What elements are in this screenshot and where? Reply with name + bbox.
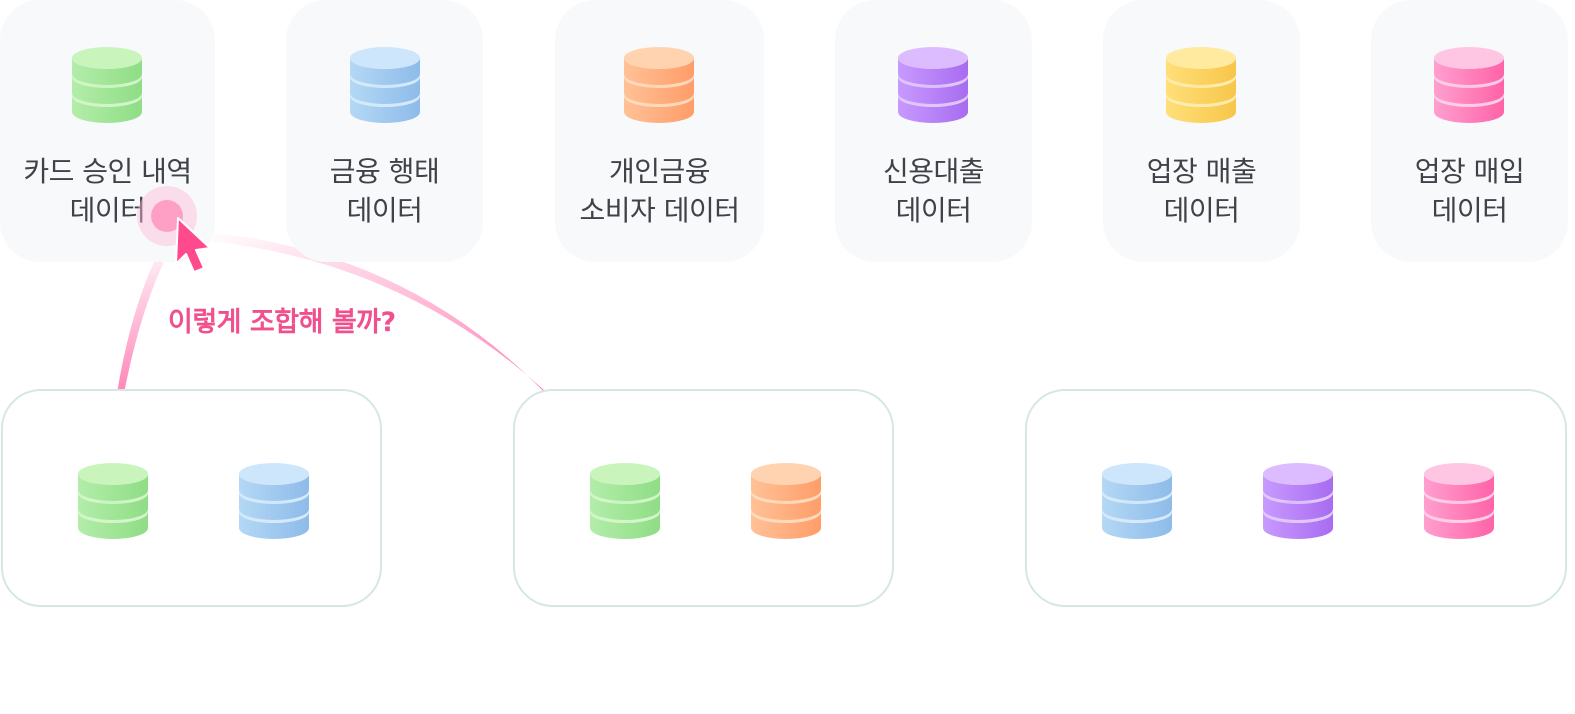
cursor-layer: [137, 186, 211, 273]
